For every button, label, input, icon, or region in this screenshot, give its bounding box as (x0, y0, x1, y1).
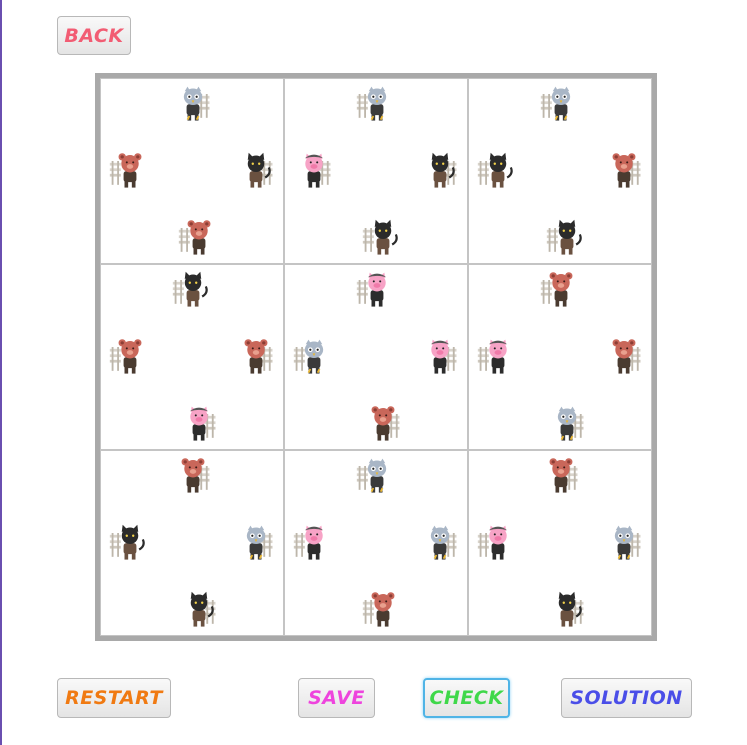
board-cell[interactable] (468, 264, 652, 450)
owl-piece[interactable] (545, 403, 589, 447)
cat-piece[interactable] (545, 217, 589, 261)
cat-piece[interactable] (476, 150, 520, 194)
pig-piece[interactable] (355, 269, 399, 313)
cat-piece[interactable] (418, 150, 462, 194)
board-cell[interactable] (468, 78, 652, 264)
pig-piece[interactable] (177, 403, 221, 447)
back-button[interactable]: BACK (57, 16, 131, 55)
bear-piece[interactable] (108, 336, 152, 380)
pig-piece[interactable] (476, 522, 520, 566)
pig-piece[interactable] (292, 150, 336, 194)
board-cell[interactable] (100, 450, 284, 636)
board-cell[interactable] (284, 450, 468, 636)
bear-piece[interactable] (602, 150, 646, 194)
bear-piece[interactable] (539, 455, 583, 499)
cat-piece[interactable] (177, 589, 221, 633)
restart-button[interactable]: RESTART (57, 678, 171, 718)
owl-piece[interactable] (292, 336, 336, 380)
pig-piece[interactable] (292, 522, 336, 566)
bear-piece[interactable] (361, 403, 405, 447)
board-cell[interactable] (100, 264, 284, 450)
bear-piece[interactable] (361, 589, 405, 633)
cat-piece[interactable] (545, 589, 589, 633)
board-cell[interactable] (284, 264, 468, 450)
solution-button[interactable]: SOLUTION (561, 678, 692, 718)
owl-piece[interactable] (171, 83, 215, 127)
pig-piece[interactable] (476, 336, 520, 380)
owl-piece[interactable] (418, 522, 462, 566)
owl-piece[interactable] (602, 522, 646, 566)
bear-piece[interactable] (108, 150, 152, 194)
cat-piece[interactable] (361, 217, 405, 261)
board-cell[interactable] (468, 450, 652, 636)
puzzle-board (95, 73, 657, 641)
board-cell[interactable] (100, 78, 284, 264)
window-edge (0, 0, 2, 745)
board-cell[interactable] (284, 78, 468, 264)
bear-piece[interactable] (539, 269, 583, 313)
owl-piece[interactable] (234, 522, 278, 566)
bear-piece[interactable] (171, 455, 215, 499)
bear-piece[interactable] (177, 217, 221, 261)
cat-piece[interactable] (171, 269, 215, 313)
cat-piece[interactable] (234, 150, 278, 194)
pig-piece[interactable] (418, 336, 462, 380)
save-button[interactable]: SAVE (298, 678, 375, 718)
bear-piece[interactable] (602, 336, 646, 380)
check-button[interactable]: CHECK (423, 678, 510, 718)
owl-piece[interactable] (539, 83, 583, 127)
owl-piece[interactable] (355, 83, 399, 127)
owl-piece[interactable] (355, 455, 399, 499)
cat-piece[interactable] (108, 522, 152, 566)
bear-piece[interactable] (234, 336, 278, 380)
